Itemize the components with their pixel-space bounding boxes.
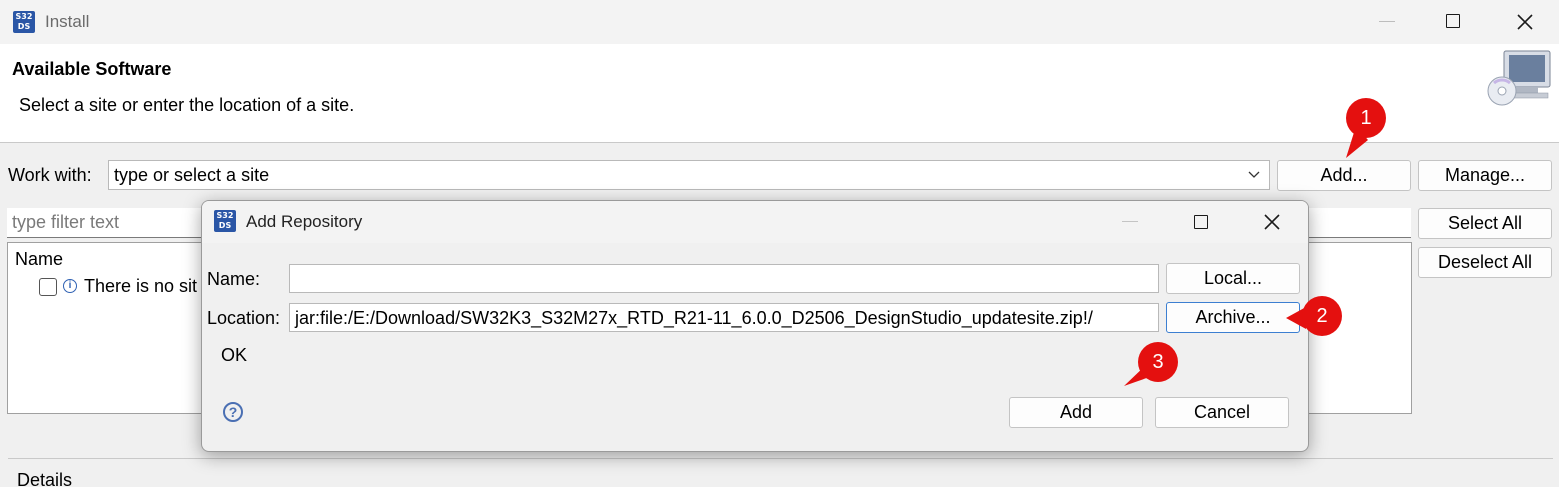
callout-badge-3: 3: [1138, 342, 1178, 382]
callout-badge-2: 2: [1302, 296, 1342, 336]
callout-pointers: [1124, 126, 1368, 386]
callout-badge-1: 1: [1346, 98, 1386, 138]
